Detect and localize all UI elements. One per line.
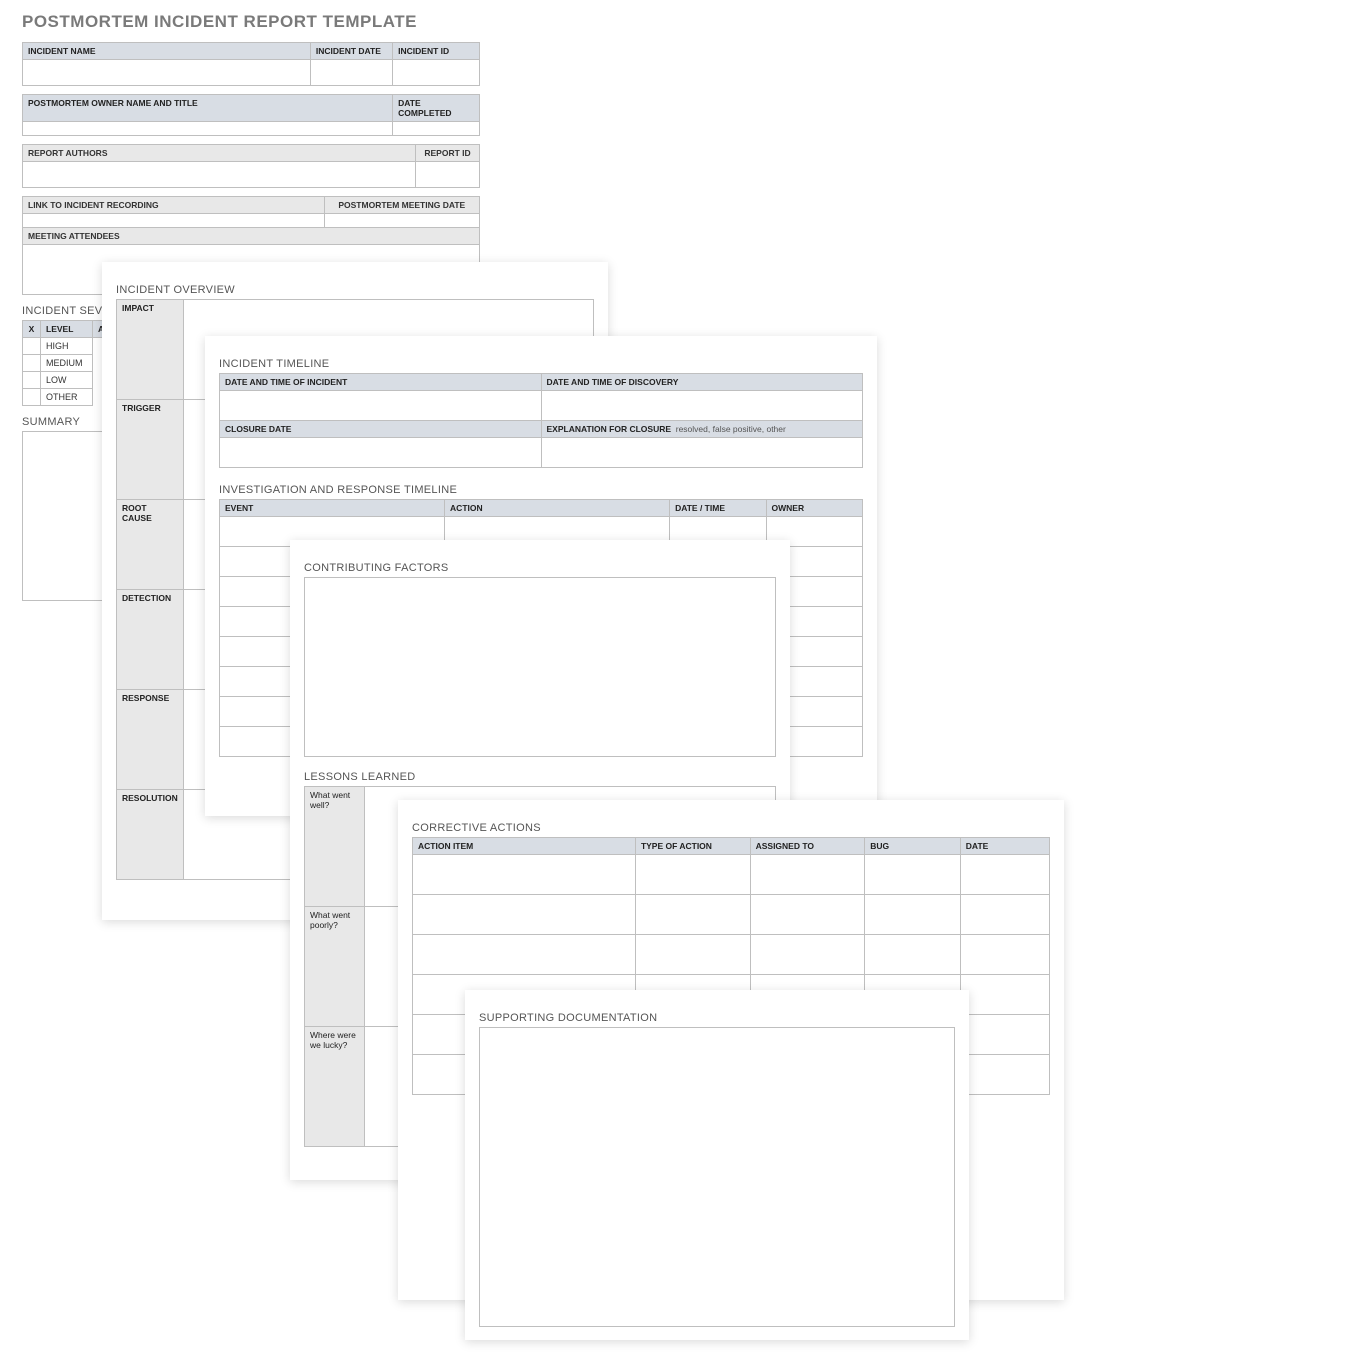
sev-x-0[interactable] — [23, 338, 41, 355]
supporting-title: SUPPORTING DOCUMENTATION — [479, 1012, 955, 1024]
th-dt-discovery: DATE AND TIME OF DISCOVERY — [541, 374, 863, 391]
inv-col-3: OWNER — [766, 500, 862, 517]
page-6: SUPPORTING DOCUMENTATION — [465, 990, 969, 1340]
cell-authors[interactable] — [23, 162, 416, 188]
sev-x-3[interactable] — [23, 389, 41, 406]
th-date-completed: DATE COMPLETED — [393, 95, 480, 122]
timeline-table: DATE AND TIME OF INCIDENT DATE AND TIME … — [219, 373, 863, 468]
incident-header-table: INCIDENT NAME INCIDENT DATE INCIDENT ID — [22, 42, 480, 86]
corrective-title: CORRECTIVE ACTIONS — [412, 822, 1050, 834]
sev-level-0: HIGH — [41, 338, 93, 355]
cell-owner[interactable] — [23, 122, 393, 136]
th-incident-date: INCIDENT DATE — [310, 43, 392, 60]
th-owner: POSTMORTEM OWNER NAME AND TITLE — [23, 95, 393, 122]
sev-x-2[interactable] — [23, 372, 41, 389]
cell-incident-name[interactable] — [23, 60, 311, 86]
owner-table: POSTMORTEM OWNER NAME AND TITLE DATE COM… — [22, 94, 480, 136]
ca-col-4: DATE — [960, 838, 1049, 855]
authors-table: REPORT AUTHORS REPORT ID — [22, 144, 480, 188]
overview-title: INCIDENT OVERVIEW — [116, 284, 594, 296]
sev-level-1: MEDIUM — [41, 355, 93, 372]
ll-poorly: What went poorly? — [305, 907, 365, 1027]
th-report-id: REPORT ID — [416, 145, 480, 162]
contributing-box[interactable] — [304, 577, 776, 757]
th-closure-exp: EXPLANATION FOR CLOSURE resolved, false … — [541, 421, 863, 438]
link-table: LINK TO INCIDENT RECORDING POSTMORTEM ME… — [22, 196, 480, 228]
lessons-title: LESSONS LEARNED — [304, 771, 776, 783]
th-closure-date: CLOSURE DATE — [220, 421, 542, 438]
ca-col-2: ASSIGNED TO — [750, 838, 865, 855]
th-meeting-date: POSTMORTEM MEETING DATE — [324, 197, 479, 214]
inv-col-1: ACTION — [445, 500, 670, 517]
page-title: POSTMORTEM INCIDENT REPORT TEMPLATE — [22, 12, 480, 32]
th-dt-incident: DATE AND TIME OF INCIDENT — [220, 374, 542, 391]
cell-link[interactable] — [23, 214, 325, 228]
th-incident-name: INCIDENT NAME — [23, 43, 311, 60]
timeline-title: INCIDENT TIMELINE — [219, 358, 863, 370]
ca-col-1: TYPE OF ACTION — [635, 838, 750, 855]
ov-trigger: TRIGGER — [117, 400, 184, 500]
supporting-box[interactable] — [479, 1027, 955, 1327]
cell-report-id[interactable] — [416, 162, 480, 188]
cell-closure-date[interactable] — [220, 438, 542, 468]
ov-response: RESPONSE — [117, 690, 184, 790]
cell-meeting-date[interactable] — [324, 214, 479, 228]
cell-dt-incident[interactable] — [220, 391, 542, 421]
ov-impact: IMPACT — [117, 300, 184, 400]
cell-incident-id[interactable] — [393, 60, 480, 86]
ov-detection: DETECTION — [117, 590, 184, 690]
ca-col-3: BUG — [865, 838, 961, 855]
inv-col-2: DATE / TIME — [670, 500, 766, 517]
ov-resolution: RESOLUTION — [117, 790, 184, 880]
investigation-title: INVESTIGATION AND RESPONSE TIMELINE — [219, 484, 863, 496]
ov-root: ROOT CAUSE — [117, 500, 184, 590]
th-sev-x: X — [23, 321, 41, 338]
contributing-title: CONTRIBUTING FACTORS — [304, 562, 776, 574]
ca-col-0: ACTION ITEM — [413, 838, 636, 855]
th-link: LINK TO INCIDENT RECORDING — [23, 197, 325, 214]
cell-date-completed[interactable] — [393, 122, 480, 136]
sev-level-2: LOW — [41, 372, 93, 389]
th-incident-id: INCIDENT ID — [393, 43, 480, 60]
th-attendees: MEETING ATTENDEES — [23, 228, 480, 245]
th-authors: REPORT AUTHORS — [23, 145, 416, 162]
cell-dt-discovery[interactable] — [541, 391, 863, 421]
cell-incident-date[interactable] — [310, 60, 392, 86]
ll-lucky: Where were we lucky? — [305, 1027, 365, 1147]
sev-x-1[interactable] — [23, 355, 41, 372]
sev-level-3: OTHER — [41, 389, 93, 406]
inv-col-0: EVENT — [220, 500, 445, 517]
cell-closure-exp[interactable] — [541, 438, 863, 468]
ll-well: What went well? — [305, 787, 365, 907]
th-sev-level: LEVEL — [41, 321, 93, 338]
